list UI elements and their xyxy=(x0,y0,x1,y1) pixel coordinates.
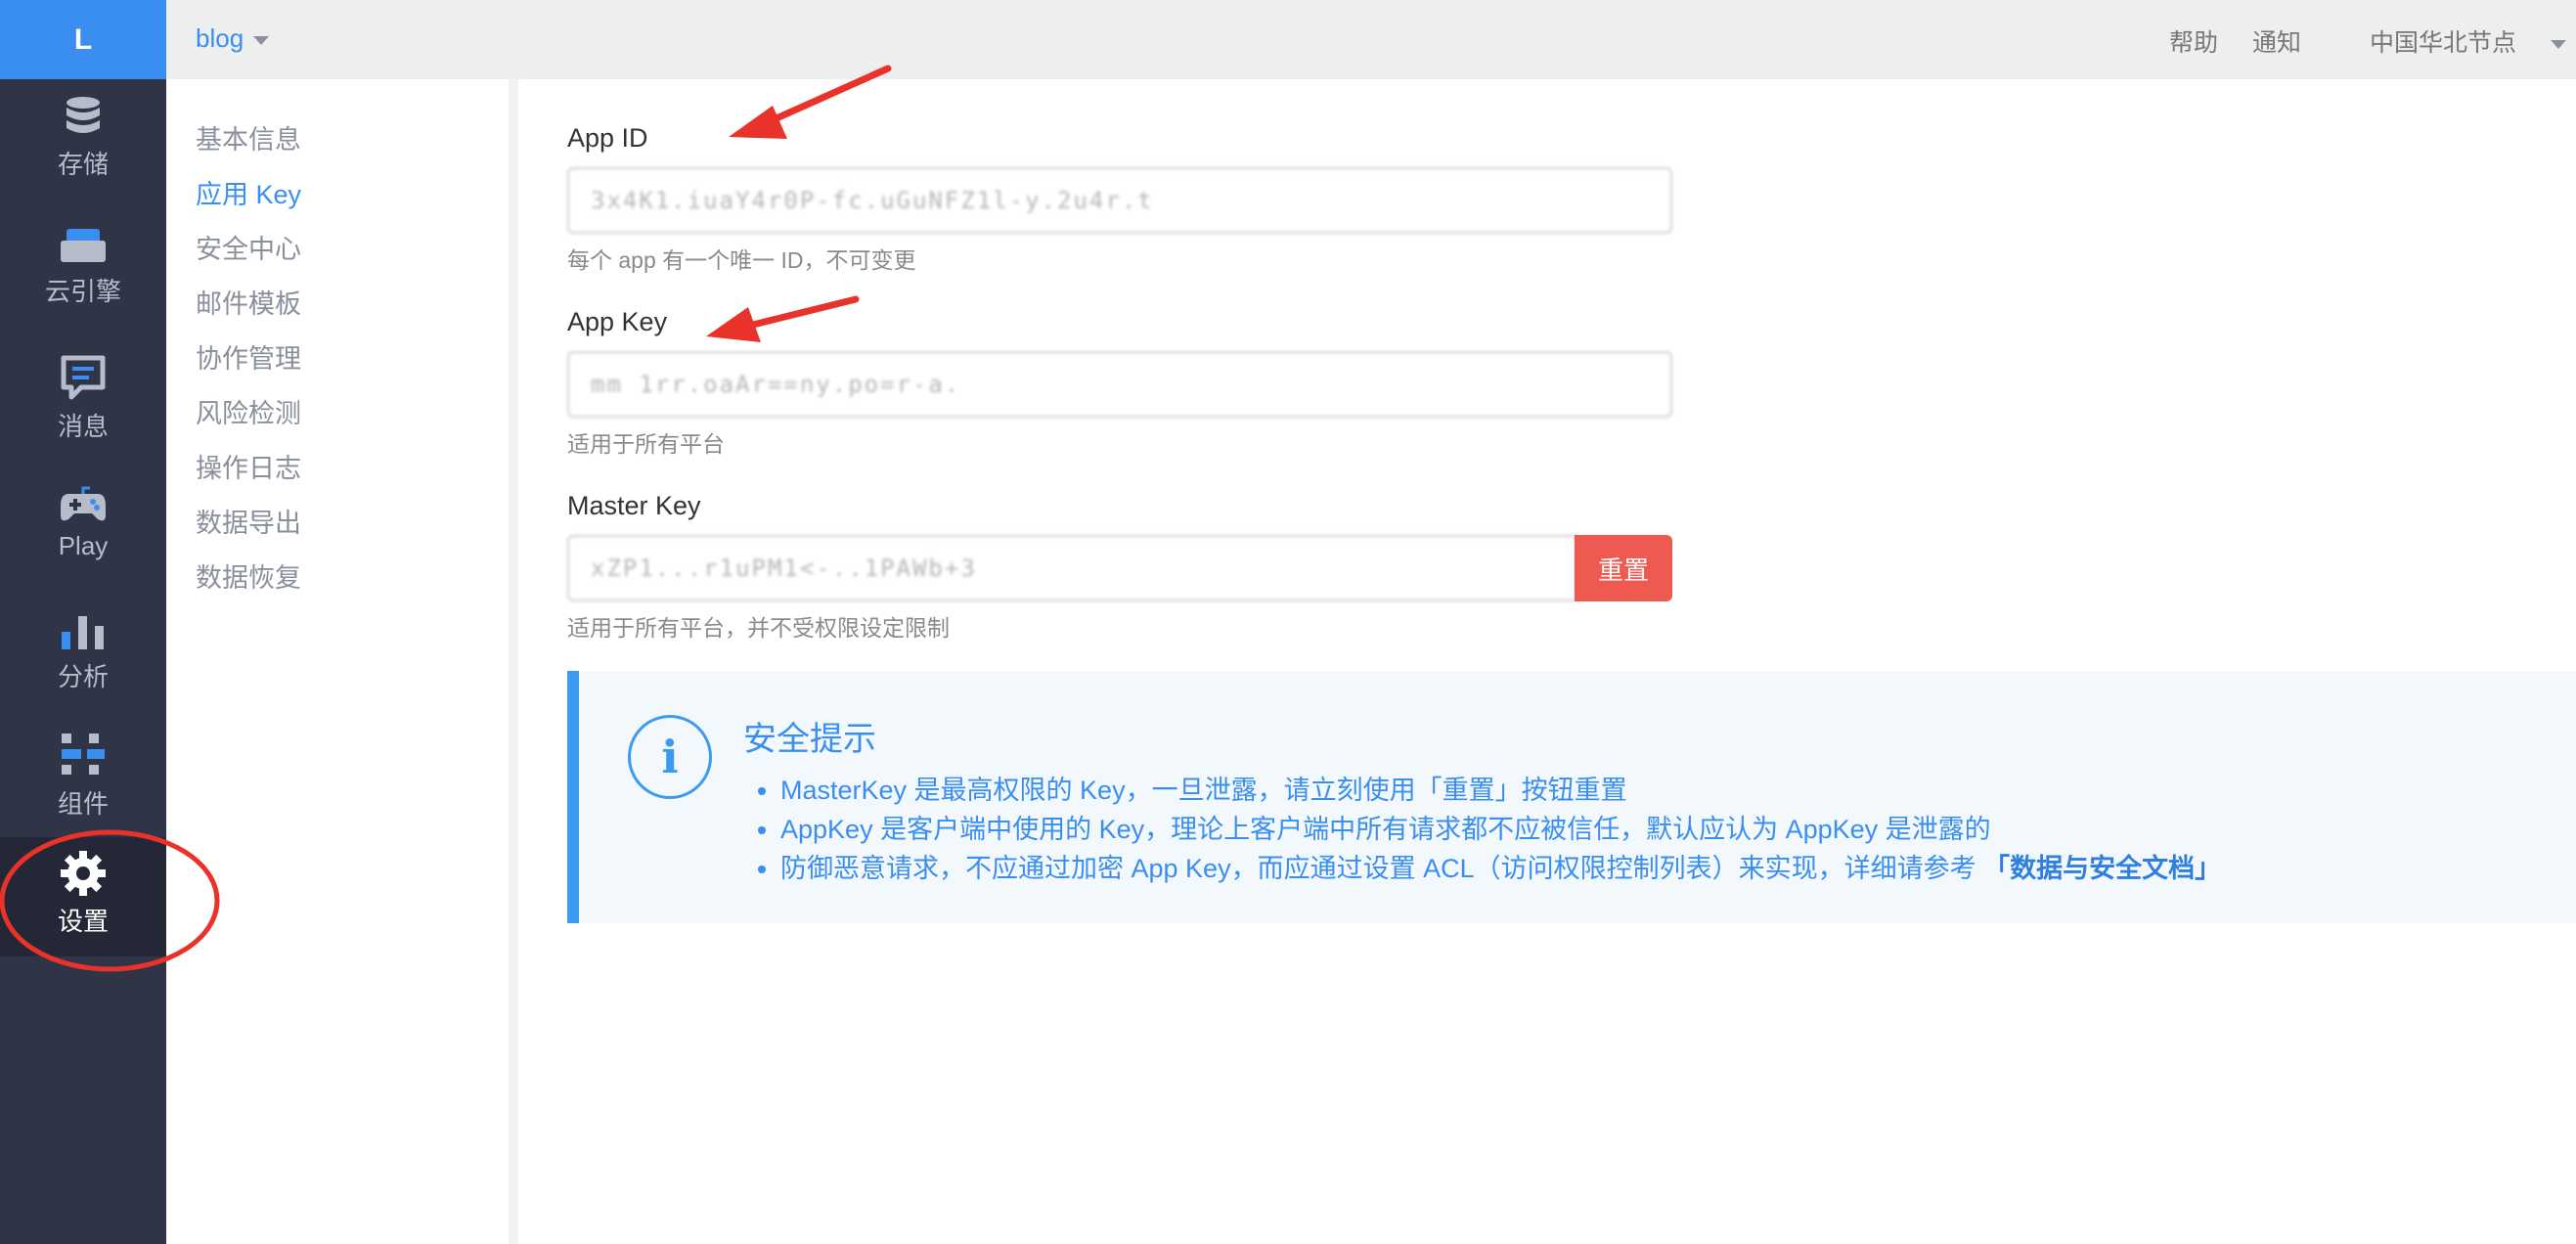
app-key-label: App Key xyxy=(567,307,668,336)
icon-rail: L 存储 云引擎 消息 Play 分析 组件 设置 xyxy=(0,0,166,1244)
subnav-item-data-restore[interactable]: 数据恢复 xyxy=(196,556,301,595)
database-icon xyxy=(67,97,100,133)
message-icon xyxy=(61,355,106,400)
master-key-label: Master Key xyxy=(567,491,701,520)
app-id-help: 每个 app 有一个唯一 ID，不可变更 xyxy=(567,247,916,273)
security-tip-item: AppKey 是客户端中使用的 Key，理论上客户端中所有请求都不应被信任，默认… xyxy=(780,810,2221,849)
app-id-field[interactable]: 3x4K1.iuaY4r0P-fc.uGuNFZ1l-y.2u4r.t xyxy=(567,167,1672,234)
rail-item-label: 组件 xyxy=(57,789,109,819)
gear-icon xyxy=(61,851,106,896)
security-docs-link[interactable]: 「数据与安全文档」 xyxy=(1983,854,2221,883)
chevron-down-icon xyxy=(2551,39,2566,49)
chevron-down-icon xyxy=(253,35,270,45)
rail-item-label: 云引擎 xyxy=(44,277,121,306)
security-tip-item: MasterKey 是最高权限的 Key，一旦泄露，请立刻使用「重置」按钮重置 xyxy=(780,771,2221,810)
rail-item-engine[interactable]: 云引擎 xyxy=(0,227,166,308)
rail-item-components[interactable]: 组件 xyxy=(0,732,166,821)
security-tip-item: 防御恶意请求，不应通过加密 App Key，而应通过设置 ACL（访问权限控制列… xyxy=(780,849,2221,888)
rail-item-settings[interactable]: 设置 xyxy=(0,837,166,956)
help-link[interactable]: 帮助 xyxy=(2169,23,2218,59)
subnav-item-basic-info[interactable]: 基本信息 xyxy=(196,118,301,156)
rail-item-play[interactable]: Play xyxy=(0,486,166,561)
rail-item-label: 消息 xyxy=(57,412,109,441)
subnav-item-security-center[interactable]: 安全中心 xyxy=(196,228,301,266)
rail-item-label: 存储 xyxy=(57,150,109,179)
app-id-label: App ID xyxy=(567,123,648,153)
reset-master-key-button[interactable]: 重置 xyxy=(1575,535,1672,601)
region-selector[interactable]: 中国华北节点 xyxy=(2335,23,2566,59)
app-switcher[interactable]: blog xyxy=(196,23,270,54)
master-key-help: 适用于所有平台，并不受权限设定限制 xyxy=(567,615,950,641)
rail-item-storage[interactable]: 存储 xyxy=(0,96,166,181)
app-key-field[interactable]: mm 1rr.oaAr==ny.po=r-a. xyxy=(567,351,1672,418)
security-tip-title: 安全提示 xyxy=(743,721,876,758)
rail-item-label: 设置 xyxy=(57,907,109,936)
subnav-item-app-key[interactable]: 应用 Key xyxy=(196,173,301,211)
notifications-link[interactable]: 通知 xyxy=(2252,23,2301,59)
subnav-item-data-export[interactable]: 数据导出 xyxy=(196,502,301,540)
security-tip-item-text: 防御恶意请求，不应通过加密 App Key，而应通过设置 ACL（访问权限控制列… xyxy=(780,854,1976,883)
app-logo[interactable]: L xyxy=(0,0,166,79)
gamepad-icon xyxy=(61,486,106,521)
info-icon: i xyxy=(628,715,712,799)
top-links: 帮助 通知 中国华北节点 xyxy=(2135,23,2566,59)
rail-item-messages[interactable]: 消息 xyxy=(0,354,166,443)
security-tip-box: i 安全提示 MasterKey 是最高权限的 Key，一旦泄露，请立刻使用「重… xyxy=(567,671,2576,923)
region-label: 中国华北节点 xyxy=(2369,29,2516,57)
components-icon xyxy=(62,733,105,775)
subnav-item-collaboration[interactable]: 协作管理 xyxy=(196,337,301,376)
main-content: App ID 3x4K1.iuaY4r0P-fc.uGuNFZ1l-y.2u4r… xyxy=(528,79,2576,1244)
app-key-help: 适用于所有平台 xyxy=(567,431,725,457)
subnav-item-email-templates[interactable]: 邮件模板 xyxy=(196,283,301,321)
app-name: blog xyxy=(196,23,244,53)
rail-item-label: 分析 xyxy=(57,662,109,691)
rail-item-label: Play xyxy=(58,531,109,560)
subnav-item-operation-log[interactable]: 操作日志 xyxy=(196,447,301,485)
server-icon xyxy=(61,229,106,262)
subnav-item-risk-detection[interactable]: 风险检测 xyxy=(196,392,301,430)
settings-subnav: 基本信息 应用 Key 安全中心 邮件模板 协作管理 风险检测 操作日志 数据导… xyxy=(166,79,518,1244)
rail-item-analytics[interactable]: 分析 xyxy=(0,612,166,693)
top-bar: blog 帮助 通知 中国华北节点 xyxy=(166,0,2576,79)
master-key-field[interactable]: xZP1...r1uPM1<-..1PAWb+3 xyxy=(567,535,1577,601)
security-tip-list: MasterKey 是最高权限的 Key，一旦泄露，请立刻使用「重置」按钮重置 … xyxy=(743,771,2221,888)
bar-chart-icon xyxy=(62,616,104,649)
